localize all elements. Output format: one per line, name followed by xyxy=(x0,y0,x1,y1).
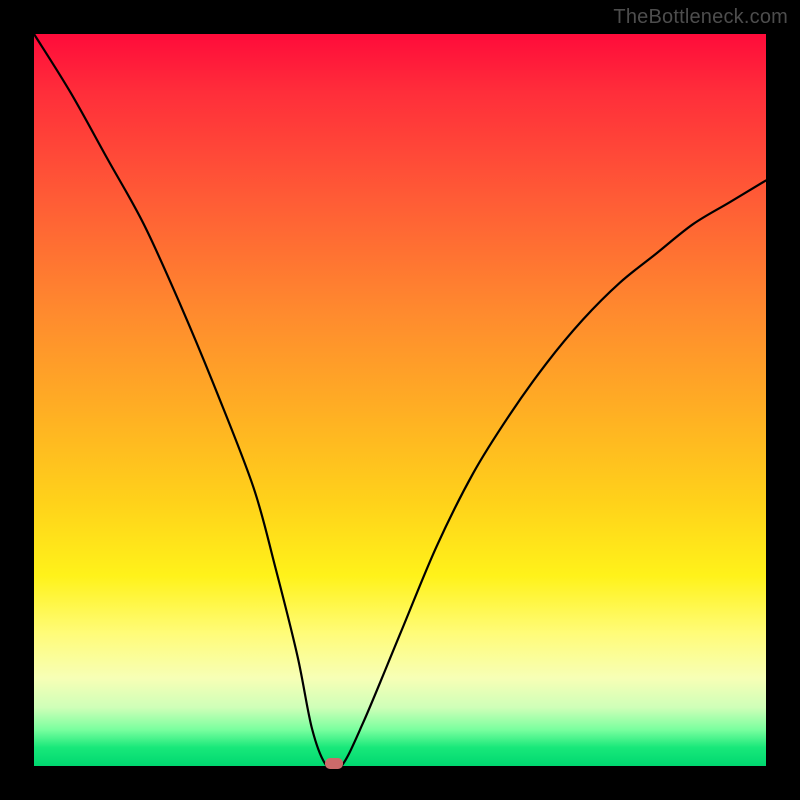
watermark-text: TheBottleneck.com xyxy=(613,6,788,29)
plot-area xyxy=(34,34,766,766)
chart-frame: TheBottleneck.com xyxy=(0,0,800,800)
optimum-marker xyxy=(325,758,343,769)
curve-svg xyxy=(34,34,766,766)
bottleneck-curve-path xyxy=(34,34,766,771)
